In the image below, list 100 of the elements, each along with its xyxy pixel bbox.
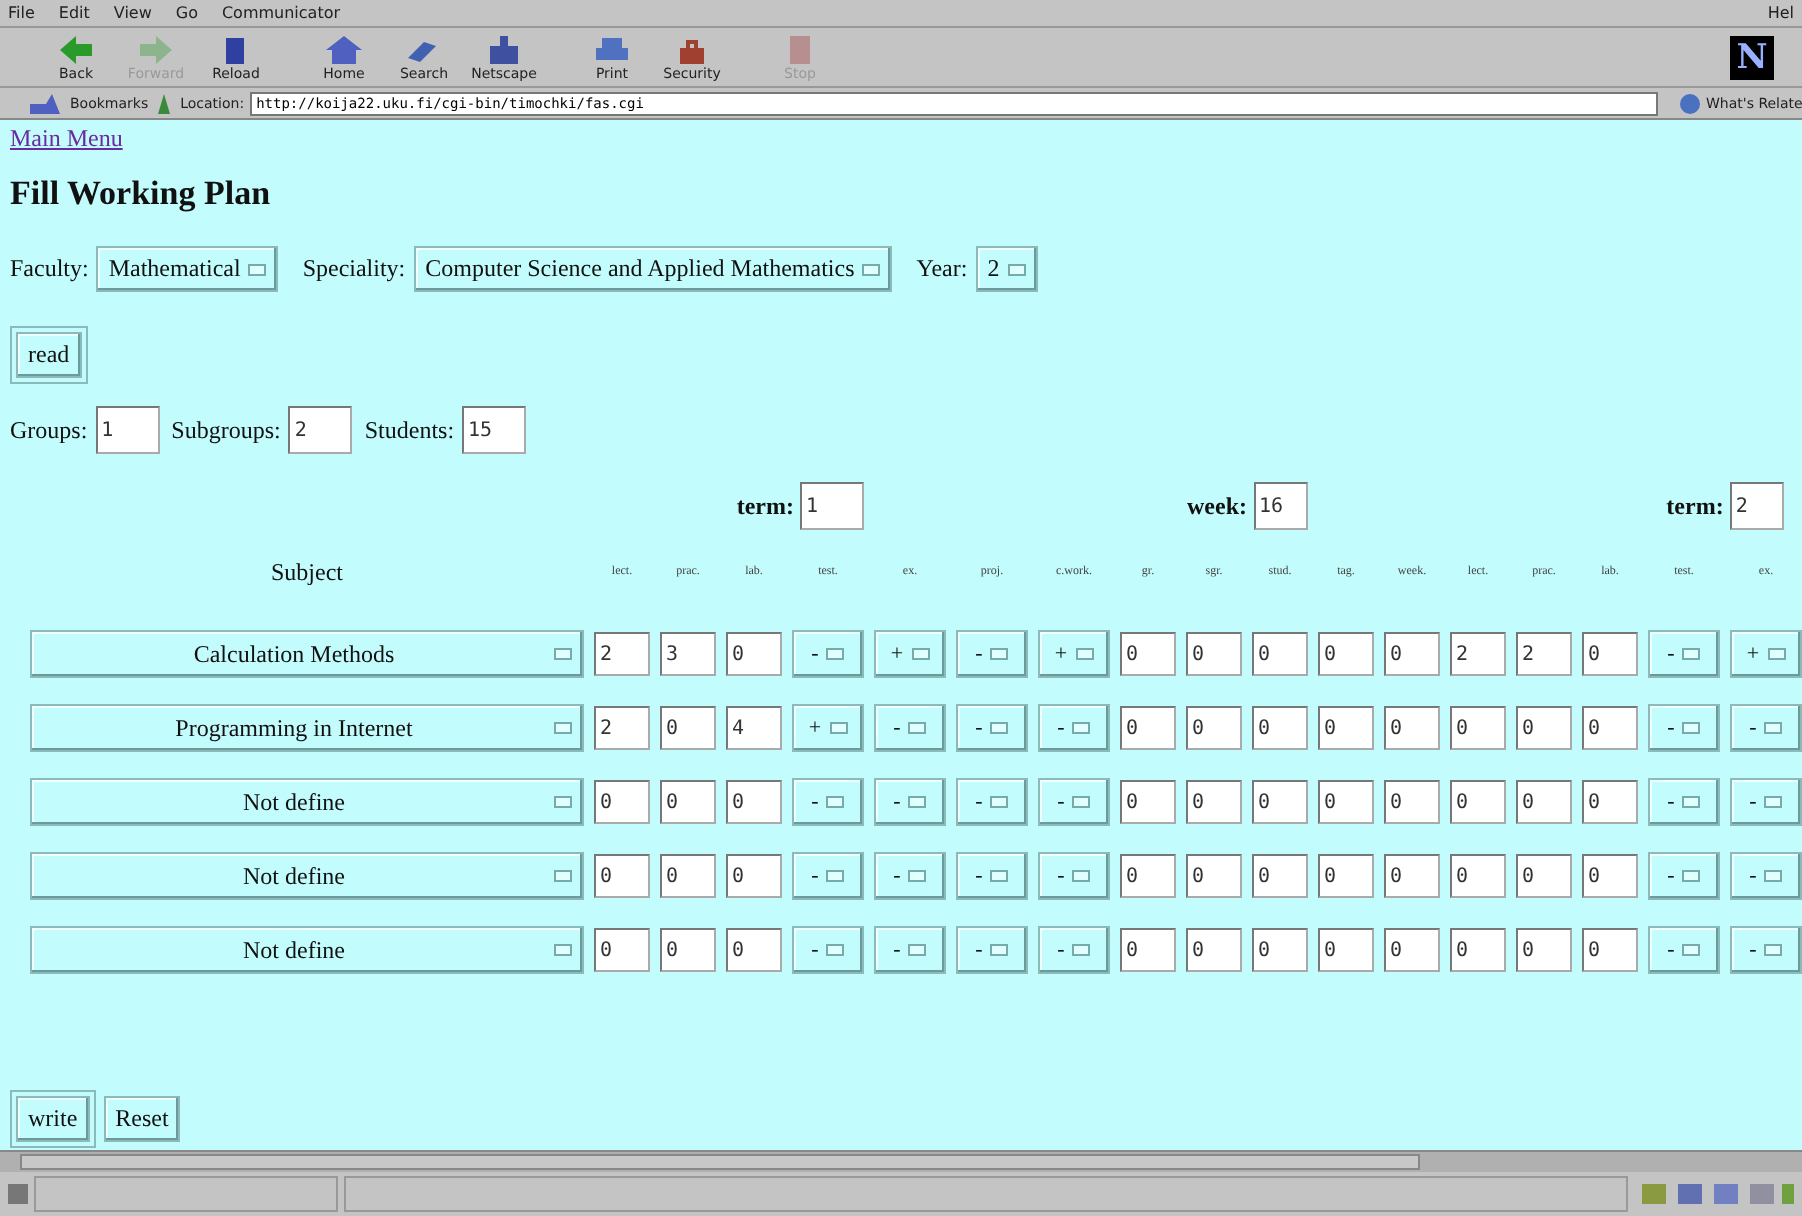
week-field[interactable]: 16 xyxy=(1253,482,1307,530)
choice-dropdown[interactable]: - xyxy=(1038,778,1110,826)
hours-field[interactable]: 0 xyxy=(1516,780,1572,824)
menu-item[interactable]: Hel xyxy=(1767,4,1794,22)
choice-dropdown[interactable]: - xyxy=(792,630,864,678)
choice-dropdown[interactable]: - xyxy=(956,778,1028,826)
term-field[interactable]: 1 xyxy=(800,482,864,530)
hours-field[interactable]: 0 xyxy=(1384,780,1440,824)
hours-field[interactable]: 0 xyxy=(1516,928,1572,972)
choice-dropdown[interactable]: - xyxy=(1038,704,1110,752)
hours-field[interactable]: 0 xyxy=(1120,854,1176,898)
hours-field[interactable]: 0 xyxy=(1450,854,1506,898)
choice-dropdown[interactable]: - xyxy=(1038,852,1110,900)
choice-dropdown[interactable]: - xyxy=(956,852,1028,900)
hours-field[interactable]: 0 xyxy=(1252,706,1308,750)
hours-field[interactable]: 0 xyxy=(1186,780,1242,824)
count-field[interactable]: 2 xyxy=(288,406,353,454)
hours-field[interactable]: 2 xyxy=(1450,632,1506,676)
menu-item[interactable]: Communicator xyxy=(221,4,341,22)
hours-field[interactable]: 0 xyxy=(1186,632,1242,676)
choice-dropdown[interactable]: - xyxy=(792,778,864,826)
hours-field[interactable]: 0 xyxy=(1450,780,1506,824)
choice-dropdown[interactable]: - xyxy=(874,704,946,752)
hours-field[interactable]: 3 xyxy=(660,632,716,676)
hours-field[interactable]: 0 xyxy=(726,928,782,972)
hours-field[interactable]: 0 xyxy=(726,632,782,676)
hours-field[interactable]: 0 xyxy=(1450,928,1506,972)
hours-field[interactable]: 0 xyxy=(1384,632,1440,676)
count-field[interactable]: 1 xyxy=(95,406,160,454)
hours-field[interactable]: 2 xyxy=(594,706,650,750)
hours-field[interactable]: 0 xyxy=(1384,854,1440,898)
hours-field[interactable]: 0 xyxy=(1120,706,1176,750)
hours-field[interactable]: 0 xyxy=(1120,780,1176,824)
subject-dropdown[interactable]: Not define xyxy=(30,852,584,900)
hours-field[interactable]: 0 xyxy=(1516,854,1572,898)
hours-field[interactable]: 0 xyxy=(1252,632,1308,676)
main-menu-link[interactable]: Main Menu xyxy=(10,124,123,154)
term-field[interactable]: 2 xyxy=(1729,482,1784,530)
count-field[interactable]: 15 xyxy=(462,406,527,454)
form-button[interactable]: Reset xyxy=(103,1096,181,1142)
choice-dropdown[interactable]: - xyxy=(874,852,946,900)
hours-field[interactable]: 0 xyxy=(1582,780,1638,824)
hours-field[interactable]: 0 xyxy=(1318,780,1374,824)
choice-dropdown[interactable]: - xyxy=(792,852,864,900)
hours-field[interactable]: 0 xyxy=(1318,706,1374,750)
dropdown[interactable]: Computer Science and Applied Mathematics xyxy=(413,246,893,292)
hours-field[interactable]: 0 xyxy=(660,928,716,972)
hours-field[interactable]: 2 xyxy=(594,632,650,676)
hours-field[interactable]: 0 xyxy=(1582,632,1638,676)
choice-dropdown[interactable]: - xyxy=(1730,778,1802,826)
hours-field[interactable]: 0 xyxy=(1318,632,1374,676)
choice-dropdown[interactable]: - xyxy=(956,926,1028,974)
hours-field[interactable]: 0 xyxy=(1384,706,1440,750)
choice-dropdown[interactable]: - xyxy=(792,926,864,974)
choice-dropdown[interactable]: - xyxy=(1730,852,1802,900)
hours-field[interactable]: 0 xyxy=(1582,706,1638,750)
hours-field[interactable]: 0 xyxy=(1186,854,1242,898)
choice-dropdown[interactable]: - xyxy=(1648,926,1720,974)
hours-field[interactable]: 0 xyxy=(1252,854,1308,898)
subject-dropdown[interactable]: Calculation Methods xyxy=(30,630,584,678)
menu-item[interactable]: Go xyxy=(175,4,198,22)
hours-field[interactable]: 0 xyxy=(1252,780,1308,824)
hours-field[interactable]: 0 xyxy=(1252,928,1308,972)
choice-dropdown[interactable]: - xyxy=(956,630,1028,678)
hours-field[interactable]: 0 xyxy=(660,854,716,898)
subject-dropdown[interactable]: Not define xyxy=(30,926,584,974)
hours-field[interactable]: 0 xyxy=(660,780,716,824)
choice-dropdown[interactable]: - xyxy=(874,778,946,826)
choice-dropdown[interactable]: - xyxy=(1730,926,1802,974)
choice-dropdown[interactable]: - xyxy=(1648,630,1720,678)
subject-dropdown[interactable]: Programming in Internet xyxy=(30,704,584,752)
choice-dropdown[interactable]: - xyxy=(1648,852,1720,900)
subject-dropdown[interactable]: Not define xyxy=(30,778,584,826)
menu-item[interactable]: Edit xyxy=(58,4,90,22)
menu-item[interactable]: View xyxy=(113,4,152,22)
dropdown[interactable]: 2 xyxy=(975,246,1038,292)
menu-item[interactable]: File xyxy=(8,4,35,22)
hours-field[interactable]: 0 xyxy=(1318,928,1374,972)
choice-dropdown[interactable]: + xyxy=(874,630,946,678)
hours-field[interactable]: 0 xyxy=(1516,706,1572,750)
hours-field[interactable]: 0 xyxy=(594,780,650,824)
dropdown[interactable]: Mathematical xyxy=(96,246,279,292)
choice-dropdown[interactable]: + xyxy=(792,704,864,752)
choice-dropdown[interactable]: - xyxy=(1038,926,1110,974)
choice-dropdown[interactable]: - xyxy=(874,926,946,974)
hours-field[interactable]: 0 xyxy=(1186,928,1242,972)
hours-field[interactable]: 2 xyxy=(1516,632,1572,676)
choice-dropdown[interactable]: - xyxy=(1648,778,1720,826)
choice-dropdown[interactable]: + xyxy=(1038,630,1110,678)
hours-field[interactable]: 0 xyxy=(1582,854,1638,898)
hours-field[interactable]: 0 xyxy=(1318,854,1374,898)
hours-field[interactable]: 0 xyxy=(594,854,650,898)
hours-field[interactable]: 0 xyxy=(726,780,782,824)
choice-dropdown[interactable]: + xyxy=(1730,630,1802,678)
hours-field[interactable]: 0 xyxy=(1450,706,1506,750)
choice-dropdown[interactable]: - xyxy=(956,704,1028,752)
choice-dropdown[interactable]: - xyxy=(1648,704,1720,752)
hours-field[interactable]: 0 xyxy=(1384,928,1440,972)
hours-field[interactable]: 0 xyxy=(1120,632,1176,676)
hours-field[interactable]: 0 xyxy=(1582,928,1638,972)
